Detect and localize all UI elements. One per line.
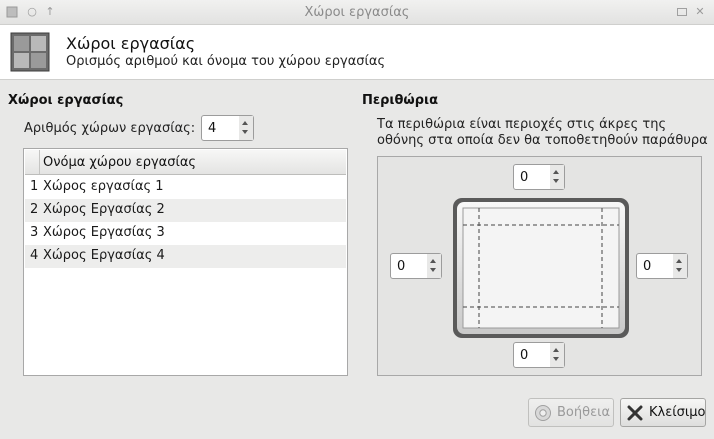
- workspace-number: 2: [30, 202, 39, 217]
- bottom-margin-input[interactable]: [514, 343, 550, 367]
- workspace-name[interactable]: Χώρος Εργασίας 4: [43, 248, 165, 263]
- spinner-arrows[interactable]: [239, 116, 253, 140]
- spinner-arrows[interactable]: [550, 343, 564, 367]
- close-button-label: Κλείσιμο: [649, 405, 706, 420]
- spinner-arrows[interactable]: [427, 254, 441, 278]
- workspace-name[interactable]: Χώρος εργασίας 1: [43, 179, 164, 194]
- workspace-number: 1: [30, 179, 39, 194]
- increment-icon[interactable]: [553, 348, 559, 352]
- list-item[interactable]: 1 Χώρος εργασίας 1: [25, 176, 346, 199]
- workspaces-section-title: Χώροι εργασίας: [8, 93, 124, 108]
- list-header[interactable]: Ονόμα χώρου εργασίας: [25, 150, 346, 175]
- left-margin-spinner[interactable]: [390, 253, 442, 279]
- workspace-count-input[interactable]: [202, 116, 239, 140]
- decrement-icon[interactable]: [430, 268, 436, 272]
- workspace-count-label: Αριθμός χώρων εργασίας:: [24, 121, 196, 136]
- workspace-name[interactable]: Χώρος Εργασίας 3: [43, 225, 165, 240]
- workspace-count-spinner[interactable]: [201, 115, 254, 141]
- margins-description-line1: Τα περιθώρια είναι περιοχές στις άκρες τ…: [377, 117, 667, 132]
- close-icon: [626, 404, 644, 422]
- top-margin-spinner[interactable]: [513, 164, 565, 190]
- window-title: Χώροι εργασίας: [304, 5, 410, 20]
- increment-icon[interactable]: [430, 259, 436, 263]
- decrement-icon[interactable]: [553, 179, 559, 183]
- header-subtitle: Ορισμός αριθμού και όνομα του χώρου εργα…: [66, 54, 386, 69]
- top-margin-input[interactable]: [514, 165, 550, 189]
- workspace-number: 3: [30, 225, 39, 240]
- number-column-header[interactable]: [25, 150, 40, 174]
- help-button-label: Βοήθεια: [557, 405, 611, 420]
- help-icon: [534, 404, 552, 422]
- help-button[interactable]: Βοήθεια: [528, 398, 614, 427]
- workspace-number: 4: [30, 248, 39, 263]
- margins-section-title: Περιθώρια: [362, 93, 439, 108]
- increment-icon[interactable]: [242, 121, 248, 125]
- right-margin-spinner[interactable]: [636, 253, 688, 279]
- list-item[interactable]: 3 Χώρος Εργασίας 3: [25, 222, 346, 245]
- right-margin-input[interactable]: [637, 254, 673, 278]
- bottom-margin-spinner[interactable]: [513, 342, 565, 368]
- dialog-header: Χώροι εργασίας Ορισμός αριθμού και όνομα…: [0, 25, 714, 80]
- spinner-arrows[interactable]: [550, 165, 564, 189]
- list-item[interactable]: 2 Χώρος Εργασίας 2: [25, 199, 346, 222]
- decrement-icon[interactable]: [553, 357, 559, 361]
- decrement-icon[interactable]: [676, 268, 682, 272]
- decrement-icon[interactable]: [242, 130, 248, 134]
- spinner-arrows[interactable]: [673, 254, 687, 278]
- header-title: Χώροι εργασίας: [66, 34, 196, 53]
- maximize-icon[interactable]: [676, 6, 688, 18]
- left-margin-input[interactable]: [391, 254, 427, 278]
- workspaces-icon: [10, 32, 50, 72]
- monitor-preview-icon: [452, 197, 630, 339]
- list-item[interactable]: 4 Χώρος Εργασίας 4: [25, 245, 346, 268]
- increment-icon[interactable]: [676, 259, 682, 263]
- close-window-icon[interactable]: ✕: [694, 6, 706, 18]
- margins-description-line2: οθόνης στα οποία δεν θα τοποθετηθούν παρ…: [377, 133, 708, 148]
- workspace-names-list[interactable]: Ονόμα χώρου εργασίας 1 Χώρος εργασίας 1 …: [23, 148, 348, 376]
- window-titlebar[interactable]: ○ ↑ Χώροι εργασίας ✕: [0, 0, 714, 25]
- workspace-name[interactable]: Χώρος Εργασίας 2: [43, 202, 165, 217]
- close-button[interactable]: Κλείσιμο: [620, 398, 706, 427]
- increment-icon[interactable]: [553, 170, 559, 174]
- name-column-header[interactable]: Ονόμα χώρου εργασίας: [43, 155, 196, 170]
